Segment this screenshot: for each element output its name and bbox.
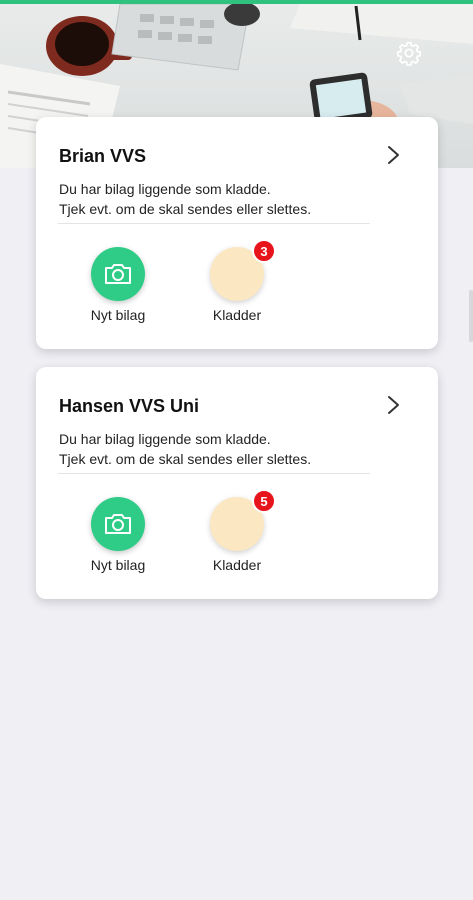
company-name: Hansen VVS Uni [59, 396, 200, 416]
draft-notice: Du har bilag liggende som kladde. Tjek e… [59, 429, 389, 469]
draft-notice-line: Tjek evt. om de skal sendes eller slette… [59, 201, 312, 217]
drafts-button[interactable]: 3 Kladder [187, 239, 287, 323]
drafts-circle: 5 [210, 489, 276, 551]
new-voucher-button[interactable]: Nyt bilag [68, 247, 168, 323]
company-name: Brian VVS [59, 146, 147, 166]
drafts-count-badge: 3 [252, 239, 276, 263]
chevron-right-icon [388, 146, 399, 164]
company-card: Brian VVS Du har bilag liggende som klad… [36, 117, 438, 349]
new-voucher-label: Nyt bilag [90, 307, 146, 323]
draft-notice: Du har bilag liggende som kladde. Tjek e… [59, 179, 389, 219]
camera-icon [105, 264, 131, 284]
camera-icon [105, 514, 131, 534]
draft-notice-line: Tjek evt. om de skal sendes eller slette… [59, 451, 312, 467]
new-voucher-label: Nyt bilag [90, 557, 146, 573]
drafts-circle: 3 [210, 239, 276, 301]
draft-notice-line: Du har bilag liggende som kladde. [59, 181, 271, 197]
company-card-header[interactable]: Brian VVS [36, 117, 438, 187]
divider [58, 223, 370, 224]
drafts-button[interactable]: 5 Kladder [187, 489, 287, 573]
new-voucher-circle [91, 247, 145, 301]
chevron-right-icon [388, 396, 399, 414]
new-voucher-circle [91, 497, 145, 551]
drafts-count-badge: 5 [252, 489, 276, 513]
company-card: Hansen VVS Uni Du har bilag liggende som… [36, 367, 438, 599]
edge-panel-handle[interactable] [469, 290, 473, 342]
new-voucher-button[interactable]: Nyt bilag [68, 497, 168, 573]
settings-button[interactable] [392, 36, 426, 70]
draft-notice-line: Du har bilag liggende som kladde. [59, 431, 271, 447]
drafts-label: Kladder [212, 557, 262, 573]
drafts-label: Kladder [212, 307, 262, 323]
gear-icon [396, 41, 422, 66]
company-card-header[interactable]: Hansen VVS Uni [36, 367, 438, 437]
divider [58, 473, 370, 474]
